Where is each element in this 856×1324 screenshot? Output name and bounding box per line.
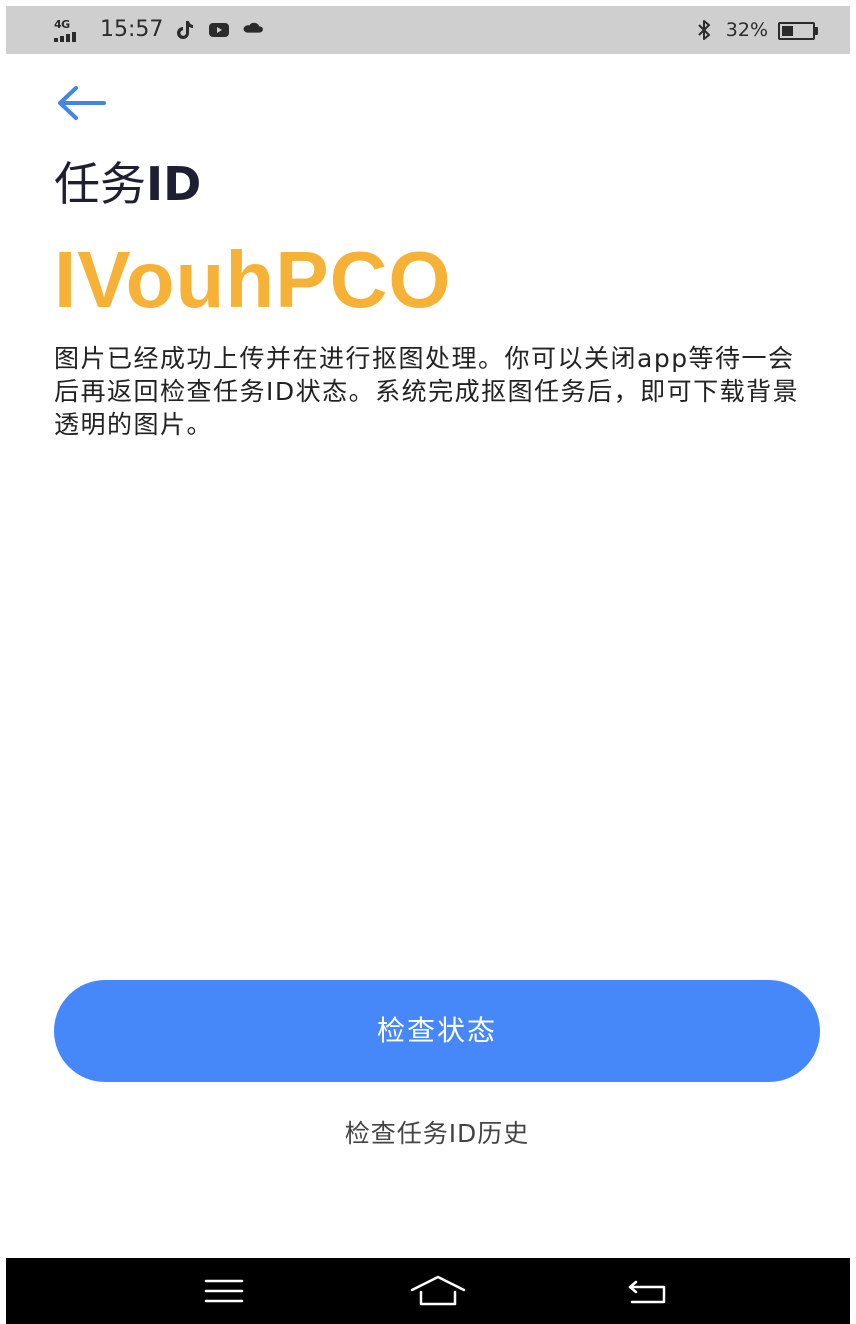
status-bar: 4G 15:57 32% <box>6 6 850 54</box>
network-type: 4G <box>54 17 70 31</box>
arrow-left-icon <box>58 86 106 120</box>
bluetooth-icon <box>698 20 710 40</box>
task-id-history-link[interactable]: 检查任务ID历史 <box>54 1114 820 1154</box>
menu-icon <box>204 1279 244 1303</box>
app-screen: 4G 15:57 32% 任务ID IVouhPCO 图片已经成功上传并在进行抠… <box>6 6 850 1324</box>
page-title: 任务ID <box>54 154 201 214</box>
battery-percent: 32% <box>725 19 768 41</box>
page-title-latin: ID <box>146 157 202 211</box>
nav-home-button[interactable] <box>403 1266 473 1316</box>
cloud-icon <box>243 22 264 33</box>
check-status-button[interactable]: 检查状态 <box>54 980 820 1082</box>
status-description: 图片已经成功上传并在进行抠图处理。你可以关闭app等待一会后再返回检查任务ID状… <box>54 344 800 439</box>
battery-fill <box>782 26 793 36</box>
signal-bars-icon <box>54 31 76 42</box>
nav-menu-button[interactable] <box>189 1266 259 1316</box>
status-bar-left: 4G 15:57 <box>54 16 265 44</box>
back-icon <box>628 1280 666 1304</box>
youtube-icon <box>209 23 230 37</box>
navigation-bar <box>6 1258 850 1324</box>
status-bar-right: 32% <box>692 16 818 44</box>
back-button[interactable] <box>56 78 116 128</box>
page-title-cn: 任务 <box>54 157 146 211</box>
signal-indicator: 4G <box>54 16 90 44</box>
home-icon <box>410 1275 466 1306</box>
nav-back-button[interactable] <box>612 1266 682 1316</box>
battery-icon <box>778 22 818 40</box>
status-time: 15:57 <box>100 17 164 42</box>
tiktok-icon <box>177 21 194 39</box>
task-id-value: IVouhPCO <box>54 235 452 324</box>
